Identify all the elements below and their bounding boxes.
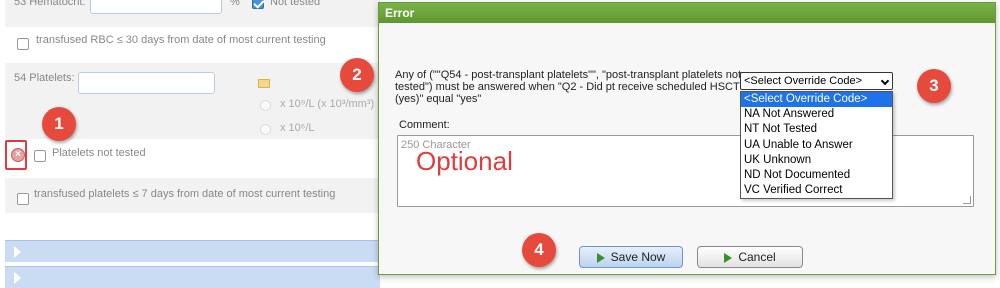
hematocrit-label: 53 Hematocrit: [14,0,86,8]
transfused-platelets-label: transfused platelets ≤ 7 days from date … [34,188,336,200]
save-now-label: Save Now [610,250,666,264]
option-vc[interactable]: VC Verified Correct [741,183,892,198]
optional-annotation: Optional [416,146,513,176]
transfused-platelets-checkbox[interactable] [17,193,29,205]
override-code-options: <Select Override Code> NA Not Answered N… [740,91,893,200]
option-select-override[interactable]: <Select Override Code> [741,92,892,108]
hematocrit-not-tested-label: Not tested [270,0,321,8]
platelets-label: 54 Platelets: [14,72,75,84]
override-code-select-value: <Select Override Code> [744,75,863,87]
play-arrow-icon [724,252,733,263]
option-nd[interactable]: ND Not Documented [741,168,892,183]
platelets-not-tested-label: Platelets not tested [52,147,146,159]
unit-option-1: x 10⁹/L (x 10³/mm³) [280,98,375,110]
error-message: Any of (""Q54 - post-transplant platelet… [395,69,742,105]
percent-unit: % [230,0,240,8]
transfused-rbc-checkbox[interactable] [17,38,29,50]
play-arrow-icon [596,252,605,263]
save-now-button[interactable]: Save Now [579,246,683,268]
resize-handle-icon[interactable] [963,196,971,204]
folder-icon[interactable] [258,79,270,88]
unit-option-2: x 10⁶/L [280,122,315,134]
dialog-title: Error [379,3,995,23]
cancel-button[interactable]: Cancel [697,246,803,268]
override-code-select[interactable]: <Select Override Code> [740,72,893,90]
option-uk[interactable]: UK Unknown [741,153,892,168]
error-dialog: Error Any of (""Q54 - post-transplant pl… [378,2,996,275]
platelets-not-tested-checkbox[interactable] [34,150,46,162]
callout-2: 2 [340,58,374,92]
callout-1: 1 [42,107,76,141]
platelets-input[interactable] [78,72,215,94]
expand-arrow-icon [14,246,21,258]
option-na[interactable]: NA Not Answered [741,107,892,122]
unit-radio-1[interactable] [260,100,271,111]
transfused-rbc-label: transfused RBC ≤ 30 days from date of mo… [36,34,326,46]
option-ua[interactable]: UA Unable to Answer [741,138,892,153]
comment-label: Comment: [399,119,450,131]
callout-3: 3 [917,69,951,103]
expand-arrow-icon [14,272,21,284]
chevron-down-icon [880,76,890,86]
hematocrit-not-tested-checkbox[interactable] [252,0,264,9]
section-expander-1[interactable] [5,240,380,262]
section-expander-2[interactable] [5,266,380,288]
option-nt[interactable]: NT Not Tested [741,122,892,137]
cancel-label: Cancel [738,250,776,264]
callout-4: 4 [522,233,556,267]
unit-radio-2[interactable] [260,124,271,135]
hematocrit-input[interactable] [90,0,222,14]
error-icon-highlight [5,140,27,170]
